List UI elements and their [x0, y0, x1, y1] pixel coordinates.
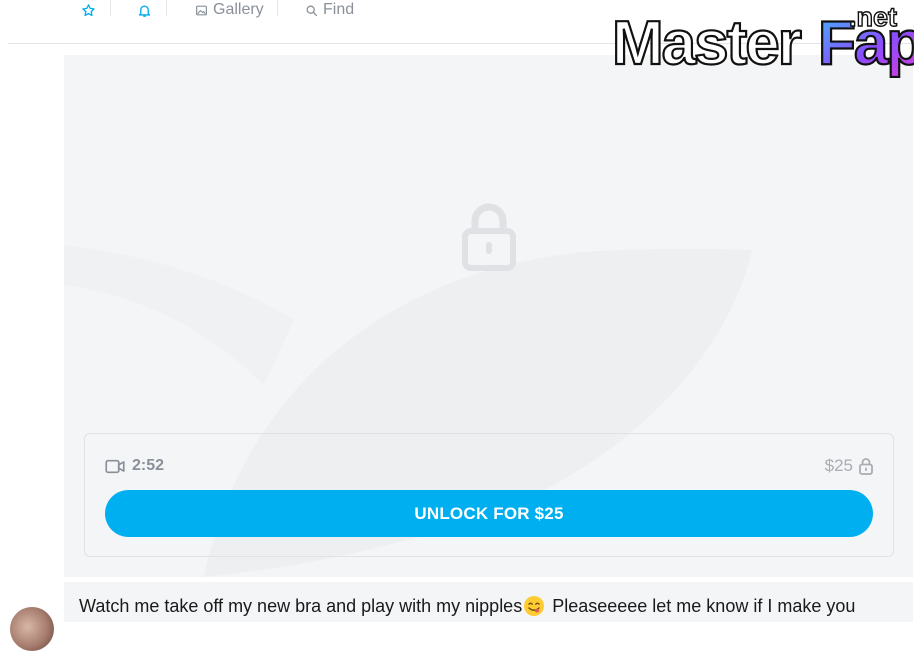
video-camera-icon: [105, 459, 125, 473]
avatar[interactable]: [10, 607, 54, 651]
duration-label: 2:52: [132, 457, 165, 474]
nav-gallery-label: Gallery: [213, 1, 264, 18]
svg-text:.net: .net: [849, 2, 897, 32]
nav-separator: [277, 0, 278, 16]
search-icon: [306, 5, 318, 16]
unlock-button[interactable]: UNLOCK FOR $25: [105, 490, 873, 537]
lock-small-icon: [859, 458, 873, 475]
face-savoring-food-emoji-icon: [524, 596, 545, 616]
nav-gallery[interactable]: Gallery: [195, 0, 264, 20]
nav-find[interactable]: Find: [305, 0, 354, 20]
caption-text-start: Watch me take off my new bra and play wi…: [79, 596, 523, 616]
nav-find-label: Find: [323, 1, 355, 18]
caption-text-end: Pleaseeeee let me know if I make you: [547, 596, 856, 616]
nav-notifications[interactable]: [137, 0, 152, 20]
image-icon: [196, 5, 207, 15]
media-info-row: 2:52 $25: [105, 456, 873, 476]
nav-favorites[interactable]: [81, 0, 96, 20]
masterfap-watermark-logo: Master Fap .net: [612, 2, 914, 78]
price-label: $25: [824, 456, 853, 475]
svg-text:Master: Master: [612, 9, 802, 78]
star-icon: [82, 3, 95, 16]
nav-separator: [166, 0, 167, 16]
nav-separator: [110, 0, 111, 16]
lock-icon: [462, 203, 516, 271]
locked-media: 2:52 $25 UNLOCK FOR $25: [64, 55, 913, 577]
post-caption: Watch me take off my new bra and play wi…: [64, 582, 913, 622]
unlock-panel: 2:52 $25 UNLOCK FOR $25: [84, 433, 894, 557]
caption-text: Watch me take off my new bra and play wi…: [79, 595, 855, 617]
bell-icon: [138, 4, 151, 17]
price-indicator: $25: [825, 456, 873, 476]
video-duration: 2:52: [105, 457, 164, 475]
